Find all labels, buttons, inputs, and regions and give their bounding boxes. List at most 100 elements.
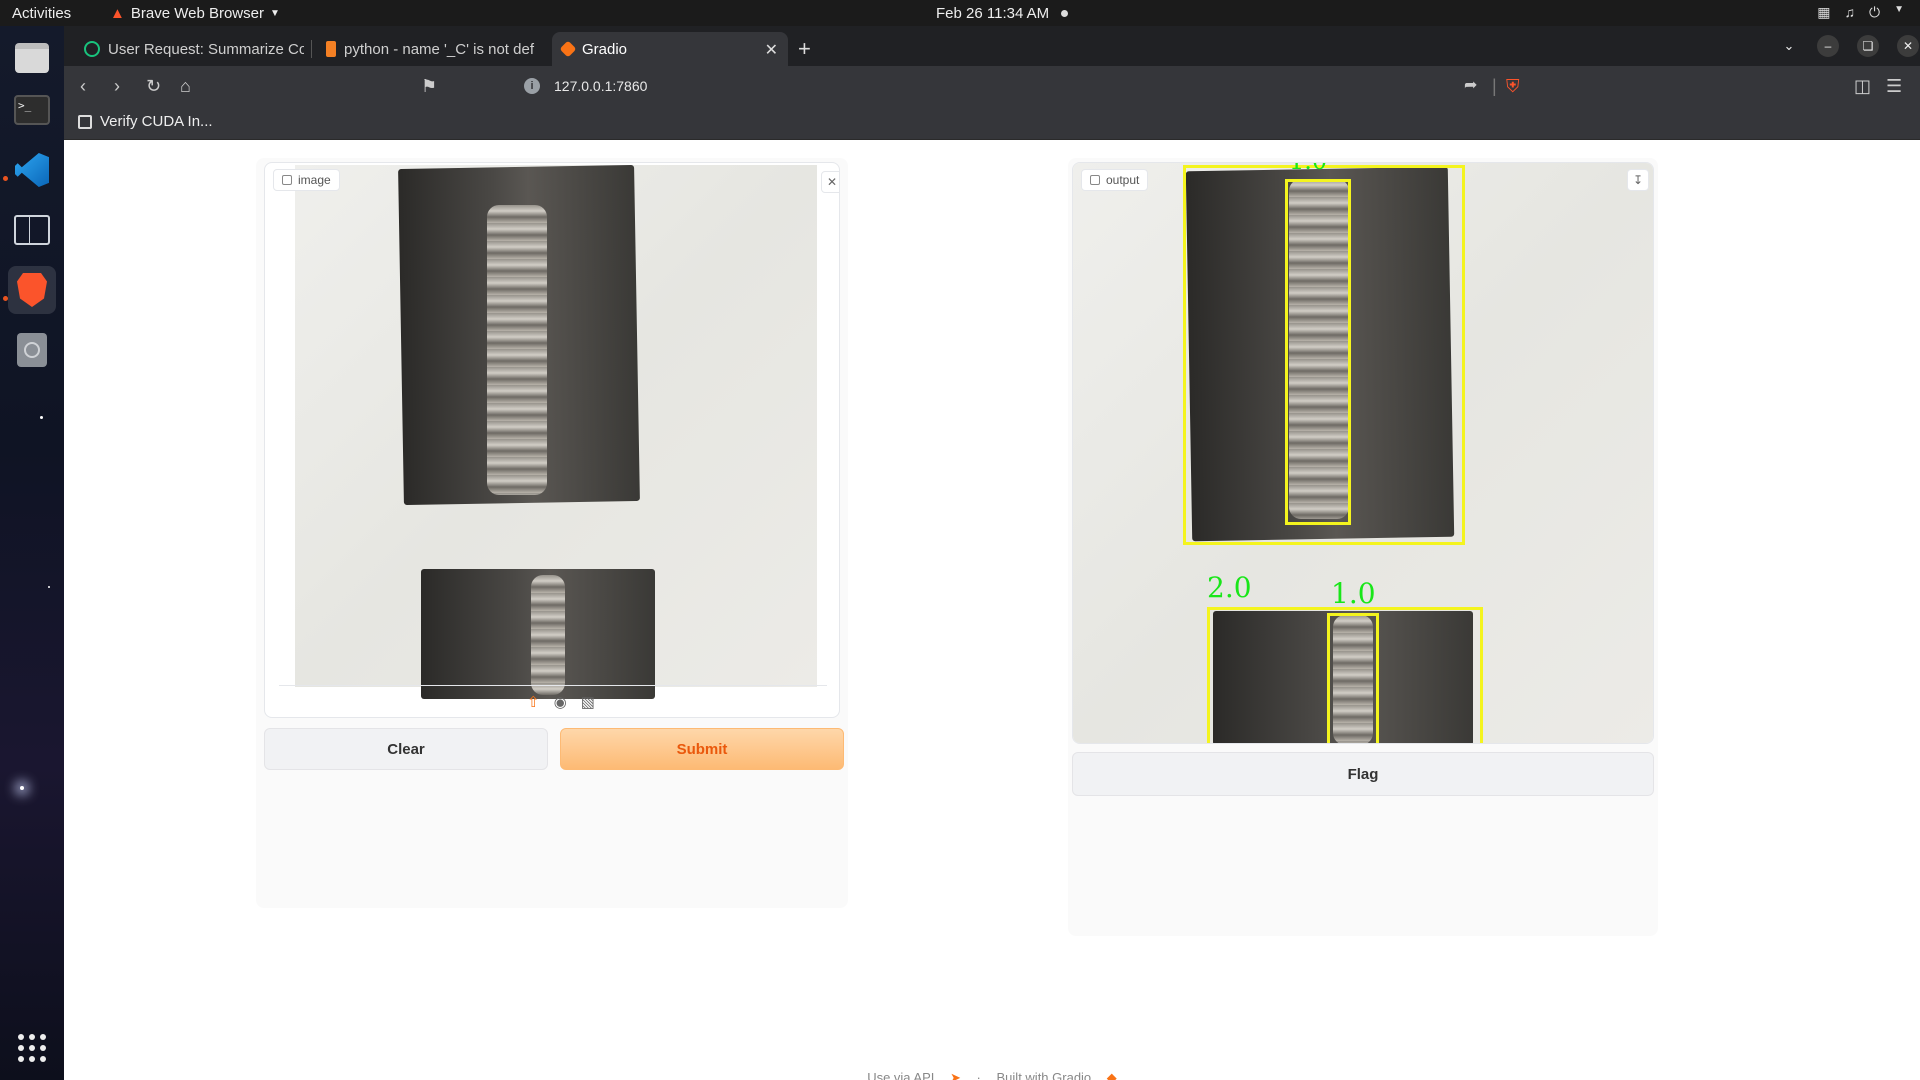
- dock: >_: [0, 26, 64, 1080]
- show-apps-button[interactable]: [18, 1034, 46, 1062]
- detection-box: [1327, 613, 1379, 743]
- layout-app[interactable]: [8, 206, 56, 254]
- tab-gradio[interactable]: Gradio ✕: [552, 32, 788, 66]
- upload-icon[interactable]: ⇧: [527, 693, 540, 711]
- tab-strip: User Request: Summarize Co python - name…: [64, 26, 1920, 66]
- output-column: output ↧ 1.0 2.0 1.0 Flag: [1068, 158, 1658, 936]
- image-source-tools: ⇧ ◉ ▧: [527, 693, 595, 711]
- tab-label: Gradio: [582, 40, 628, 58]
- chevron-down-icon: ▼: [269, 8, 280, 19]
- forward-icon[interactable]: ›: [114, 76, 120, 96]
- brave-icon: ▲: [110, 5, 125, 22]
- bookmark-label: Verify CUDA In...: [100, 113, 213, 130]
- disk-app[interactable]: [8, 326, 56, 374]
- tab-user-request[interactable]: User Request: Summarize Co: [74, 32, 304, 66]
- stackoverflow-icon: [326, 41, 336, 57]
- bookmark-verify-cuda[interactable]: Verify CUDA In...: [78, 113, 213, 130]
- close-tab-icon[interactable]: ✕: [765, 40, 778, 60]
- navigation-toolbar: ‹ › ↻ ⌂ ⚑ i 127.0.0.1:7860 ➦ | ⛨ ◫ ☰: [64, 66, 1920, 106]
- use-via-api-link[interactable]: Use via API: [867, 1070, 934, 1080]
- disk-icon: [17, 333, 47, 367]
- clock[interactable]: Feb 26 11:34 AM: [936, 5, 1069, 22]
- sidebar-icon[interactable]: ◫: [1854, 76, 1871, 96]
- menu-icon[interactable]: ☰: [1886, 76, 1902, 96]
- output-label-text: output: [1106, 173, 1140, 187]
- input-column: image ✕ ⇧ ◉ ▧ Clear Submit: [256, 158, 848, 908]
- notification-dot-icon: [1061, 10, 1069, 17]
- detection-label: 1.0: [1289, 163, 1327, 175]
- tab-separator: [311, 40, 312, 58]
- detection-box: [1285, 179, 1351, 525]
- image-icon: [1090, 175, 1100, 185]
- maximize-button[interactable]: ❏: [1857, 35, 1879, 57]
- clear-button[interactable]: Clear: [264, 728, 548, 770]
- tab-label: User Request: Summarize Co: [108, 40, 304, 58]
- wallpaper-star: [48, 586, 50, 588]
- input-image: [295, 164, 817, 699]
- image-input[interactable]: image ✕ ⇧ ◉ ▧: [264, 162, 840, 718]
- wallpaper-star: [20, 786, 24, 790]
- image-label-text: image: [298, 173, 331, 187]
- bookmark-icon[interactable]: ⚑: [421, 76, 437, 96]
- footer: Use via API ➤ · Built with Gradio ◆: [64, 1070, 1920, 1080]
- new-tab-button[interactable]: +: [798, 36, 811, 62]
- gradio-page: image ✕ ⇧ ◉ ▧ Clear Submit output ↧ 2.0 …: [64, 140, 1920, 1080]
- site-info-icon[interactable]: i: [524, 78, 540, 94]
- reload-icon[interactable]: ↻: [146, 76, 161, 96]
- rocket-icon: ➤: [950, 1070, 961, 1080]
- toolbar-divider: |: [1492, 76, 1497, 96]
- app-name-label: Brave Web Browser: [130, 5, 264, 22]
- image-label: image: [273, 169, 340, 191]
- gradio-logo-icon: ◆: [1106, 1070, 1117, 1080]
- running-indicator: [3, 296, 8, 301]
- gradio-icon: [559, 40, 577, 58]
- detection-label: 2.0: [1207, 571, 1252, 604]
- terminal-icon: >_: [14, 95, 50, 125]
- footer-separator: ·: [976, 1070, 981, 1080]
- bookmark-page-icon: [78, 114, 92, 129]
- browser-window: User Request: Summarize Co python - name…: [64, 26, 1920, 1080]
- remove-image-icon[interactable]: ✕: [821, 171, 839, 193]
- terminal-app[interactable]: >_: [8, 86, 56, 134]
- home-icon[interactable]: ⌂: [180, 76, 191, 96]
- tab-python-error[interactable]: python - name '_C' is not def: [316, 32, 546, 66]
- detection-label: 1.0: [1331, 577, 1376, 610]
- back-icon[interactable]: ‹: [80, 76, 86, 96]
- download-icon[interactable]: ↧: [1627, 169, 1649, 191]
- system-top-bar: Activities ▲ Brave Web Browser ▼ Feb 26 …: [0, 0, 1920, 26]
- share-icon[interactable]: ➦: [1464, 76, 1477, 96]
- brave-shields-icon[interactable]: ⛨: [1506, 76, 1520, 96]
- tab-label: python - name '_C' is not def: [344, 40, 534, 58]
- vscode-icon: [15, 153, 49, 187]
- minimize-button[interactable]: –: [1817, 35, 1839, 57]
- output-image: 1.0 2.0 1.0: [1073, 163, 1653, 743]
- clipboard-icon[interactable]: ▧: [581, 693, 595, 711]
- chevron-down-icon: ▼: [1894, 4, 1904, 15]
- webcam-icon[interactable]: ◉: [554, 693, 567, 711]
- divider: [279, 685, 827, 686]
- chatgpt-icon: [84, 41, 100, 57]
- image-icon: [282, 175, 292, 185]
- system-tray[interactable]: ▦ ♫ ⏻ ▼: [1817, 4, 1904, 21]
- app-menu[interactable]: ▲ Brave Web Browser ▼: [110, 5, 280, 22]
- brave-app[interactable]: [8, 266, 56, 314]
- built-with-gradio-link[interactable]: Built with Gradio: [997, 1070, 1092, 1080]
- output-label: output: [1081, 169, 1149, 191]
- power-icon: ⏻: [1869, 4, 1881, 20]
- clock-label: Feb 26 11:34 AM: [936, 5, 1050, 22]
- url-text: 127.0.0.1:7860: [554, 78, 648, 94]
- vscode-app[interactable]: [8, 146, 56, 194]
- bookmarks-bar: Verify CUDA In...: [64, 106, 1920, 140]
- submit-button[interactable]: Submit: [560, 728, 844, 770]
- weld-seam: [531, 575, 565, 695]
- files-app[interactable]: [8, 34, 56, 82]
- wallpaper-star: [40, 416, 43, 419]
- layout-icon: [14, 215, 50, 245]
- network-icon: ▦: [1817, 4, 1831, 20]
- activities-button[interactable]: Activities: [12, 5, 71, 22]
- flag-button[interactable]: Flag: [1072, 752, 1654, 796]
- address-bar[interactable]: i 127.0.0.1:7860: [452, 71, 1536, 101]
- close-window-button[interactable]: ✕: [1897, 35, 1919, 57]
- brave-icon: [17, 273, 47, 307]
- tab-list-button[interactable]: ⌄: [1778, 35, 1800, 57]
